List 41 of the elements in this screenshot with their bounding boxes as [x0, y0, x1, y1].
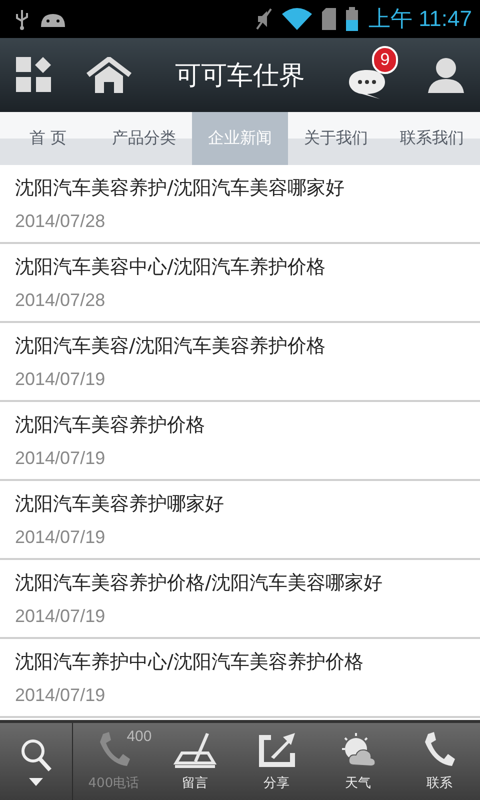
news-date: 2014/07/19	[15, 606, 106, 627]
share-icon	[256, 731, 297, 769]
news-title: 沈阳汽车美容养护价格	[15, 413, 206, 438]
nav-tab[interactable]: 联系我们	[384, 112, 480, 165]
chat-icon[interactable]	[348, 68, 386, 100]
toolbar-button[interactable]: 天气	[317, 723, 399, 800]
news-date: 2014/07/28	[15, 211, 106, 232]
user-icon[interactable]	[428, 57, 464, 93]
news-date: 2014/07/19	[15, 527, 106, 548]
news-title: 沈阳汽车美容中心/沈阳汽车养护价格	[15, 255, 326, 280]
news-title: 沈阳汽车美容养护价格/沈阳汽车美容哪家好	[15, 571, 384, 596]
android-icon	[40, 11, 66, 27]
home-icon[interactable]	[86, 57, 132, 93]
news-date: 2014/07/19	[15, 685, 106, 706]
nav-tab[interactable]: 产品分类	[96, 112, 192, 165]
news-title: 沈阳汽车美容养护哪家好	[15, 492, 225, 517]
usb-icon	[14, 8, 30, 30]
wifi-icon	[282, 8, 312, 30]
news-date: 2014/07/19	[15, 369, 106, 390]
toolbar-button[interactable]: 分享	[236, 723, 318, 800]
phone-number-label: 400	[126, 728, 152, 745]
news-title: 沈阳汽车美容/沈阳汽车美容养护价格	[15, 334, 326, 359]
news-title: 沈阳汽车美容养护/沈阳汽车美容哪家好	[15, 176, 346, 201]
news-date: 2014/07/19	[15, 448, 106, 469]
apps-icon[interactable]	[16, 57, 52, 93]
news-title: 沈阳汽车养护中心/沈阳汽车美容养护价格	[15, 650, 364, 675]
toolbar-button[interactable]: 留言	[154, 723, 236, 800]
app-title: 可可车仕界	[174, 60, 306, 92]
sim-icon	[322, 8, 336, 30]
battery-icon	[346, 7, 358, 31]
nav-tab[interactable]: 首 页	[0, 112, 96, 165]
phone-icon	[422, 732, 456, 768]
search-icon	[20, 738, 52, 772]
mute-icon	[256, 8, 272, 30]
pen-tablet-icon	[172, 731, 218, 769]
caret-icon	[29, 778, 43, 786]
clock: 上午 11:47	[368, 5, 472, 33]
notification-badge: 9	[372, 46, 398, 74]
nav-tab[interactable]: 关于我们	[288, 112, 384, 165]
news-date: 2014/07/28	[15, 290, 106, 311]
toolbar-button[interactable]: 联系	[398, 723, 480, 800]
